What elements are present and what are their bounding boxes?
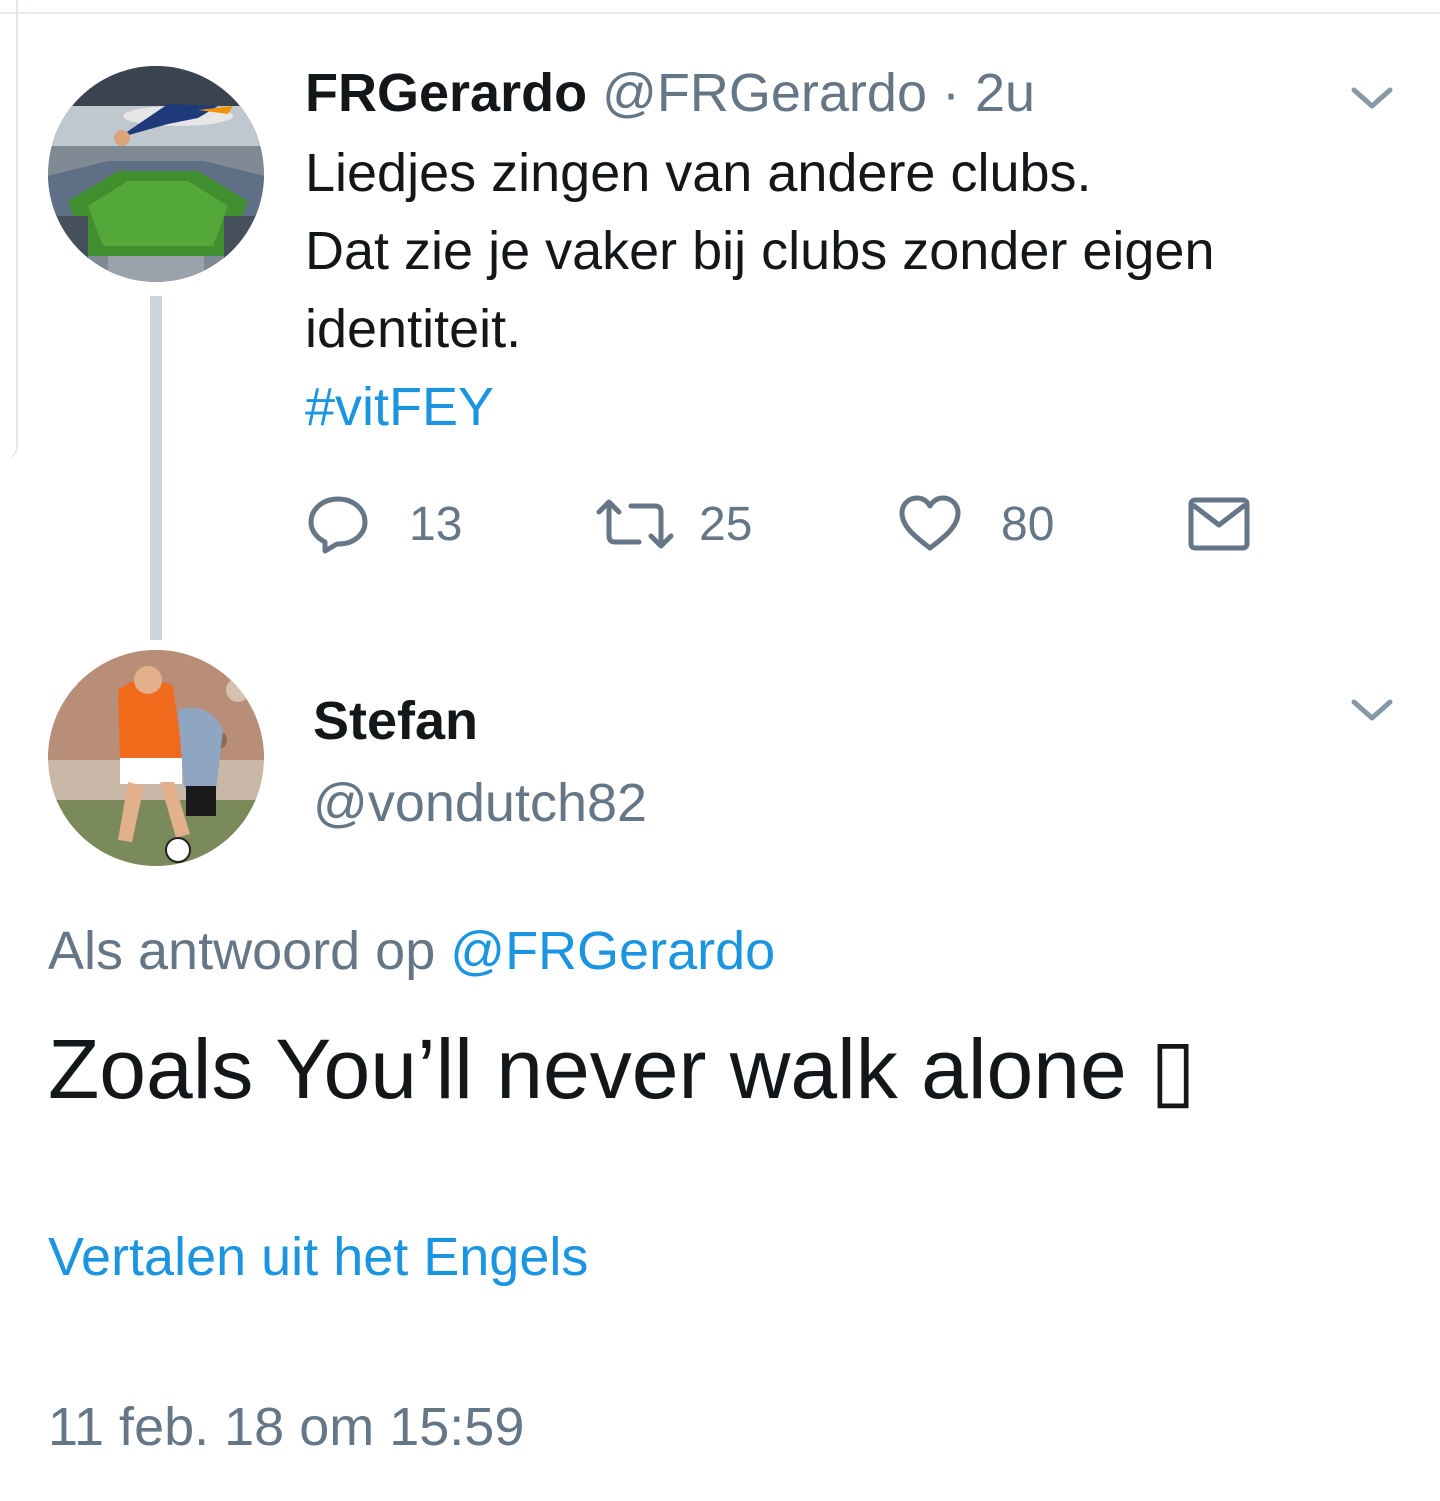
user-handle[interactable]: @FRGerardo <box>602 63 927 123</box>
reply-context: Als antwoord op @FRGerardo <box>48 920 775 982</box>
tweet-text-line: Liedjes zingen van andere clubs. <box>305 143 1092 203</box>
like-button[interactable]: 80 <box>897 488 1054 560</box>
reply-icon <box>308 496 368 554</box>
tweet-text-content: Zoals You’ll never walk alone <box>48 1022 1151 1116</box>
user-handle[interactable]: @vondutch82 <box>313 772 647 834</box>
mention-link[interactable]: @FRGerardo <box>450 921 775 981</box>
chevron-down-icon[interactable] <box>1350 84 1394 112</box>
reply-to-label: Als antwoord op <box>48 921 436 981</box>
retweet-button[interactable]: 25 <box>595 488 752 560</box>
hashtag-link[interactable]: #vitFEY <box>305 368 1365 446</box>
tweet-text: Zoals You’ll never walk alone ▯ <box>48 1020 1196 1118</box>
translate-link[interactable]: Vertalen uit het Engels <box>48 1226 588 1288</box>
avatar[interactable] <box>48 650 264 866</box>
separator-dot: · <box>942 63 960 123</box>
left-panel-edge <box>0 0 18 460</box>
emoji-placeholder: ▯ <box>1150 1022 1197 1116</box>
top-divider <box>0 0 1440 14</box>
avatar-football-player-image <box>48 650 264 866</box>
display-name[interactable]: FRGerardo <box>305 63 587 123</box>
tweet-text-line: Dat zie je vaker bij clubs zonder eigen <box>305 221 1215 281</box>
tweet-timestamp: 11 feb. 18 om 15:59 <box>48 1397 525 1457</box>
avatar-stadium-image <box>48 66 264 282</box>
thread-connector <box>150 296 162 640</box>
tweet-time[interactable]: 2u <box>975 63 1035 123</box>
retweet-icon <box>596 499 674 549</box>
display-name[interactable]: Stefan <box>313 690 478 752</box>
avatar[interactable] <box>48 66 264 282</box>
tweet-text: Liedjes zingen van andere clubs. Dat zie… <box>305 134 1365 446</box>
retweet-count: 25 <box>699 497 753 551</box>
tweet-header: FRGerardo @FRGerardo · 2u <box>305 62 1035 124</box>
reply-count: 13 <box>409 497 463 551</box>
like-count: 80 <box>1001 497 1055 551</box>
direct-message-button[interactable] <box>1187 488 1251 560</box>
tweet-text-line: identiteit. <box>305 299 522 359</box>
reply-button[interactable]: 13 <box>305 488 462 560</box>
envelope-icon <box>1188 497 1250 551</box>
chevron-down-icon[interactable] <box>1350 696 1394 724</box>
heart-icon <box>899 495 961 551</box>
